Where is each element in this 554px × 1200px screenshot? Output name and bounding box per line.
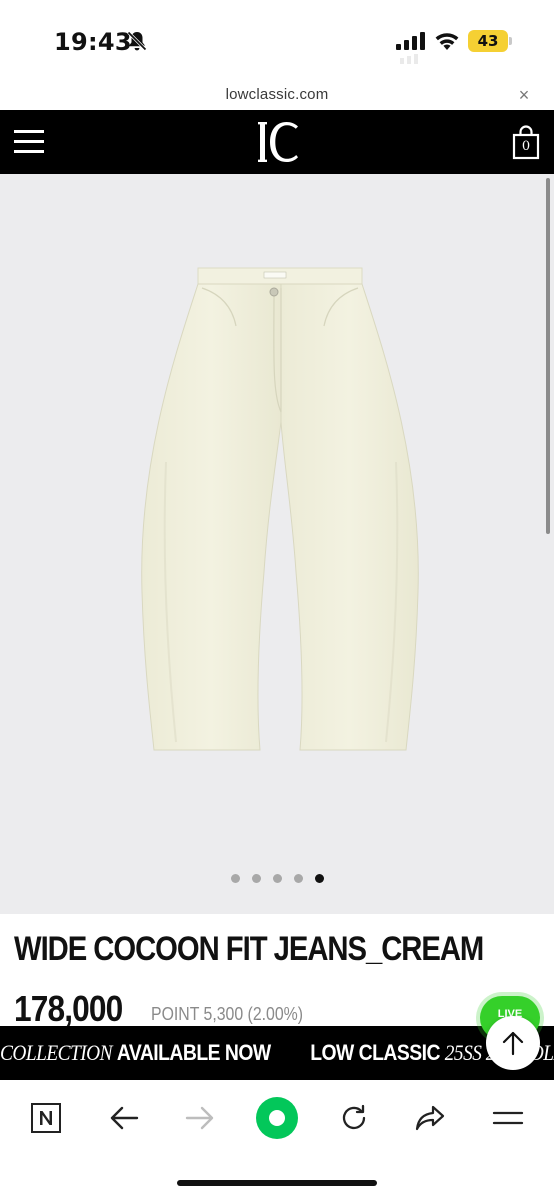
cart-count: 0 <box>521 139 531 154</box>
arrow-up-icon <box>502 1031 524 1056</box>
product-image-gallery[interactable] <box>0 174 554 914</box>
promo-marquee-banner[interactable]: COLLECTION AVAILABLE NOW LOW CLASSIC 25S… <box>0 1026 554 1080</box>
menu-icon[interactable] <box>488 1098 528 1138</box>
product-title: WIDE COCOON FIT JEANS_CREAM <box>14 930 484 968</box>
home-indicator[interactable] <box>177 1180 377 1186</box>
scroll-to-top-button[interactable] <box>486 1016 540 1070</box>
url-text[interactable]: lowclassic.com <box>0 86 554 103</box>
site-header: 0 <box>0 110 554 174</box>
wifi-icon <box>435 33 459 50</box>
marquee-text: AVAILABLE NOW <box>116 1040 271 1065</box>
browser-url-bar[interactable]: lowclassic.com × <box>0 80 554 110</box>
gallery-dot[interactable] <box>271 872 283 884</box>
back-arrow-icon[interactable] <box>104 1098 144 1138</box>
bell-off-icon <box>127 31 147 51</box>
gallery-pagination-dots[interactable] <box>0 872 554 884</box>
marquee-text: LOW CLASSIC <box>310 1040 440 1065</box>
share-icon[interactable] <box>410 1098 450 1138</box>
gallery-dot[interactable] <box>292 872 304 884</box>
reload-icon[interactable] <box>334 1098 374 1138</box>
lc-logo-icon[interactable] <box>254 120 304 164</box>
gallery-dot[interactable] <box>229 872 241 884</box>
status-time: 19:43 <box>54 28 132 56</box>
product-point: POINT 5,300 (2.00%) <box>151 1004 304 1024</box>
gallery-dot[interactable] <box>250 872 262 884</box>
gallery-dot-active[interactable] <box>313 872 325 884</box>
forward-arrow-icon[interactable] <box>180 1098 220 1138</box>
page-scrollbar[interactable] <box>546 178 550 534</box>
cellular-signal-icon <box>396 32 425 50</box>
marquee-text: COLLECTION <box>0 1040 113 1065</box>
product-price: 178,000 <box>14 988 123 1029</box>
status-bar: 19:43 43 <box>0 0 554 80</box>
green-home-icon[interactable] <box>254 1095 300 1141</box>
close-icon[interactable]: × <box>515 86 533 104</box>
product-image <box>141 267 419 751</box>
marquee-track: COLLECTION AVAILABLE NOW LOW CLASSIC 25S… <box>0 1040 554 1066</box>
battery-cap <box>509 37 512 45</box>
naver-n-icon[interactable] <box>26 1098 66 1138</box>
menu-hamburger-icon[interactable] <box>14 130 44 154</box>
faint-signal-ghost <box>400 54 418 64</box>
battery-indicator: 43 <box>468 30 508 52</box>
